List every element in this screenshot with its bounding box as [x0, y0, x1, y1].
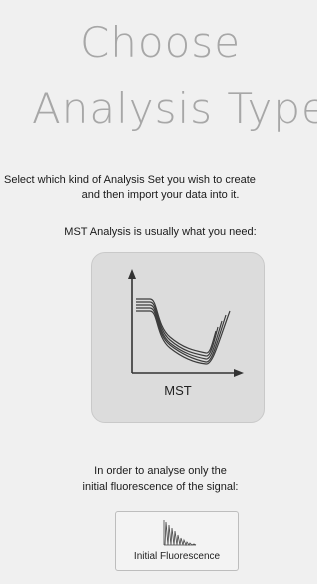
fluorescence-hint-line1: In order to analyse only the: [94, 465, 227, 477]
mst-analysis-button[interactable]: MST: [91, 252, 265, 423]
recommendation-text: MST Analysis is usually what you need:: [64, 226, 257, 238]
page-title-line2: Analysis Type: [32, 84, 321, 133]
mst-button-label: MST: [164, 383, 192, 398]
intro-text-line1: Select which kind of Analysis Set you wi…: [4, 174, 256, 186]
fluorescence-hint-line2: initial fluorescence of the signal:: [82, 481, 239, 493]
page-title-line1: Choose: [79, 18, 242, 67]
initial-fluorescence-button[interactable]: Initial Fluorescence: [115, 511, 239, 571]
initial-fluorescence-label: Initial Fluorescence: [133, 551, 221, 562]
panel-edge-divider: [317, 0, 321, 584]
intro-text-line2: and then import your data into it.: [81, 189, 240, 201]
choose-analysis-type-panel: Choose Analysis Type Select which kind o…: [0, 0, 321, 584]
